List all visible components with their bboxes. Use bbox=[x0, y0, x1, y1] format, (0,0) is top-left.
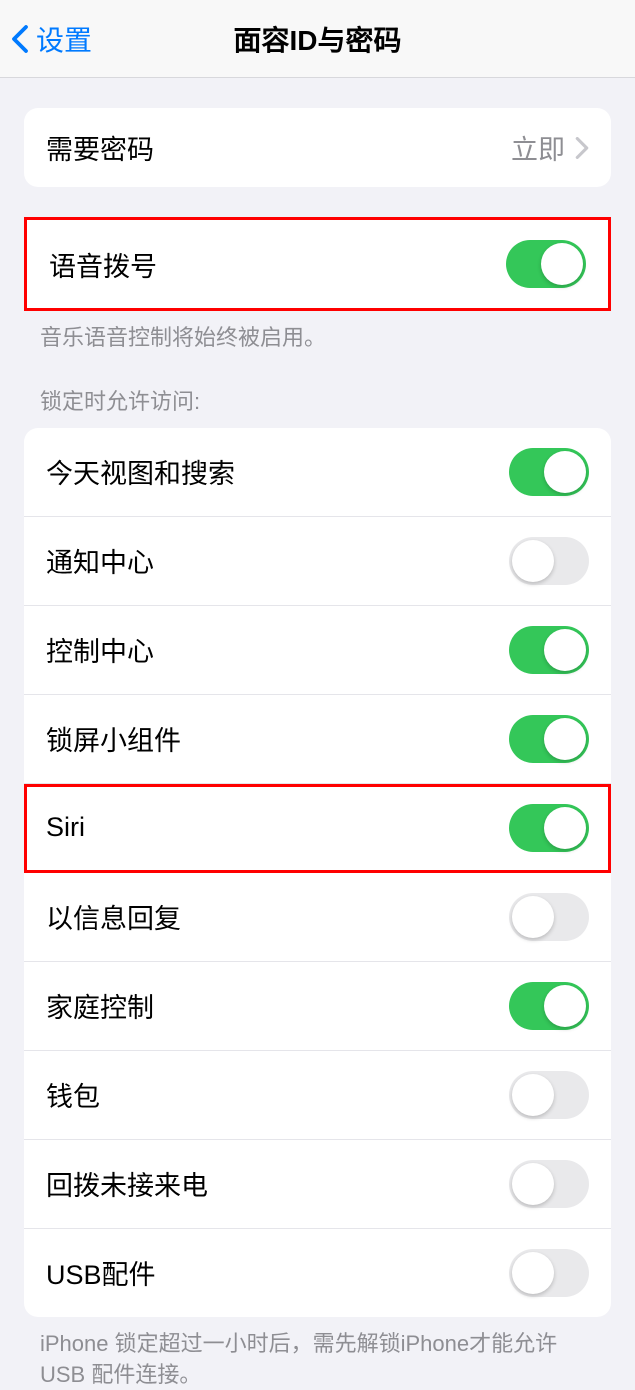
lock-access-toggle[interactable] bbox=[509, 537, 589, 585]
voice-dial-footer: 音乐语音控制将始终被启用。 bbox=[0, 311, 635, 354]
chevron-right-icon bbox=[575, 137, 589, 159]
voice-dial-row: 语音拨号 bbox=[27, 220, 608, 308]
lock-access-label: 以信息回复 bbox=[46, 897, 181, 936]
lock-access-toggle[interactable] bbox=[509, 1249, 589, 1297]
lock-access-row: 锁屏小组件 bbox=[24, 695, 611, 784]
lock-access-label: 控制中心 bbox=[46, 630, 154, 669]
lock-access-row: 钱包 bbox=[24, 1051, 611, 1140]
lock-access-toggle[interactable] bbox=[509, 1160, 589, 1208]
lock-access-row: 以信息回复 bbox=[24, 873, 611, 962]
lock-access-toggle[interactable] bbox=[509, 626, 589, 674]
nav-bar: 设置 面容ID与密码 bbox=[0, 0, 635, 78]
lock-access-row: 控制中心 bbox=[24, 606, 611, 695]
back-button[interactable]: 设置 bbox=[10, 19, 92, 59]
back-label: 设置 bbox=[36, 19, 92, 59]
lock-access-label: 家庭控制 bbox=[46, 986, 154, 1025]
require-passcode-row[interactable]: 需要密码 立即 bbox=[24, 108, 611, 187]
lock-access-toggle[interactable] bbox=[509, 715, 589, 763]
lock-access-toggle[interactable] bbox=[509, 804, 589, 852]
lock-access-row: 今天视图和搜索 bbox=[24, 428, 611, 517]
lock-access-row: 回拨未接来电 bbox=[24, 1140, 611, 1229]
lock-access-label: Siri bbox=[46, 812, 85, 843]
lock-access-row: 家庭控制 bbox=[24, 962, 611, 1051]
voice-dial-toggle[interactable] bbox=[506, 240, 586, 288]
lock-access-row: USB配件 bbox=[24, 1229, 611, 1317]
lock-access-label: 今天视图和搜索 bbox=[46, 452, 235, 491]
lock-access-label: 通知中心 bbox=[46, 541, 154, 580]
require-passcode-label: 需要密码 bbox=[46, 128, 154, 167]
voice-dial-label: 语音拨号 bbox=[49, 245, 157, 284]
page-title: 面容ID与密码 bbox=[0, 19, 635, 59]
lock-access-toggle[interactable] bbox=[509, 448, 589, 496]
lock-access-label: USB配件 bbox=[46, 1253, 156, 1292]
lock-access-row: Siri bbox=[24, 784, 611, 873]
lock-access-row: 通知中心 bbox=[24, 517, 611, 606]
lock-access-label: 回拨未接来电 bbox=[46, 1164, 208, 1203]
lock-access-label: 钱包 bbox=[46, 1075, 100, 1114]
lock-access-toggle[interactable] bbox=[509, 1071, 589, 1119]
lock-access-header: 锁定时允许访问: bbox=[0, 384, 635, 428]
lock-access-label: 锁屏小组件 bbox=[46, 719, 181, 758]
lock-access-toggle[interactable] bbox=[509, 893, 589, 941]
lock-access-toggle[interactable] bbox=[509, 982, 589, 1030]
lock-access-footer: iPhone 锁定超过一小时后，需先解锁iPhone才能允许USB 配件连接。 bbox=[0, 1317, 635, 1390]
require-passcode-value: 立即 bbox=[511, 128, 565, 167]
back-chevron-icon bbox=[10, 24, 30, 54]
